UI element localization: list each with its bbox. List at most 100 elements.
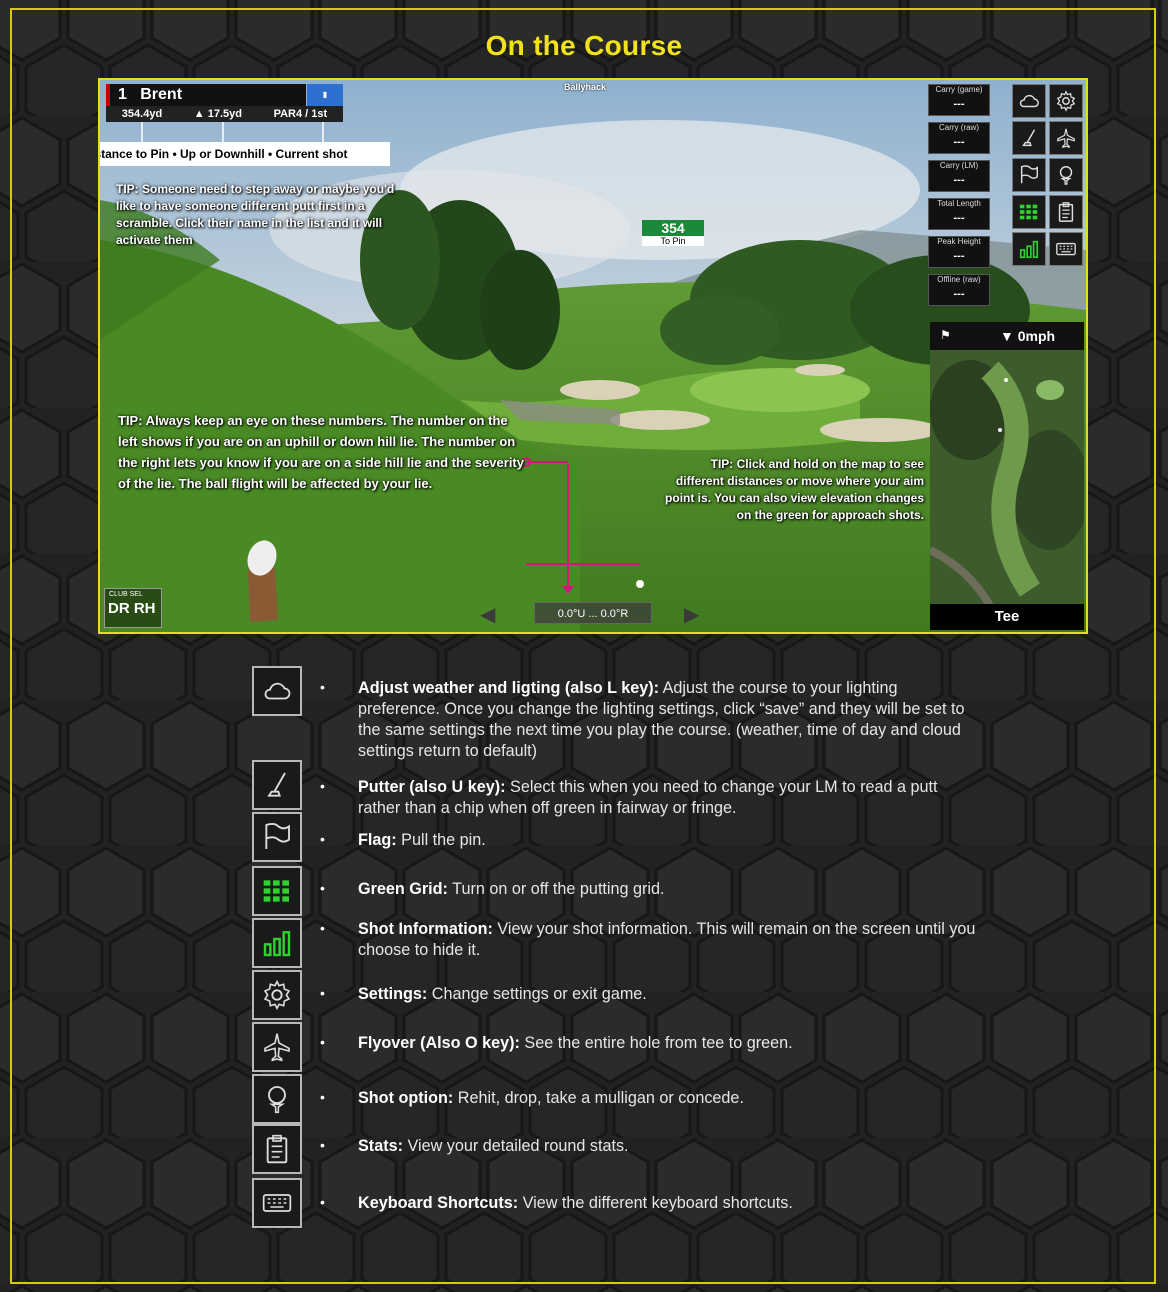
putter-icon [1022, 129, 1036, 147]
tip-map: TIP: Click and hold on the map to see di… [665, 457, 924, 522]
stat-box: Peak Height --- [928, 236, 990, 268]
legend-item-weather: Adjust weather and ligting (also L key):… [358, 678, 978, 762]
legend-green-grid-icon-box [252, 866, 302, 916]
airplane-icon [264, 1033, 290, 1062]
keyboard-icon [1056, 242, 1076, 256]
pin-distance: 354 [642, 220, 704, 236]
legend-title: Green Grid: [358, 880, 448, 898]
clipboard-icon [1058, 202, 1074, 222]
legend-item-stats: Stats: View your detailed round stats. [358, 1136, 978, 1157]
stat-label: Peak Height [937, 237, 981, 246]
tip-scramble: TIP: Someone need to step away or maybe … [116, 182, 395, 247]
legend-putter-icon-box [252, 760, 302, 810]
stat-value: --- [953, 136, 965, 148]
stat-box: Carry (LM) --- [928, 160, 990, 192]
stat-label: Carry (raw) [939, 123, 979, 132]
legend-desc: View your detailed round stats. [402, 1137, 629, 1155]
legend-title: Shot option: [358, 1089, 454, 1107]
flag-button[interactable] [1012, 158, 1046, 192]
legend-item-shot-info: Shot Information: View your shot informa… [358, 919, 978, 961]
stat-label: Carry (LM) [939, 161, 979, 170]
stat-value: --- [953, 98, 965, 110]
bullet: • [320, 1089, 325, 1105]
legend-desc: Turn on or off the putting grid. [447, 880, 665, 898]
legend-title: Putter (also U key): [358, 778, 506, 796]
hud-callout-label: Distance to Pin • Up or Downhill • Curre… [100, 142, 390, 166]
green-grid-icon [263, 880, 289, 902]
legend-item-flag: Flag: Pull the pin. [358, 830, 978, 851]
stat-value: --- [953, 250, 965, 262]
legend-title: Shot Information: [358, 920, 493, 938]
club-select-value: DR RH [108, 600, 156, 617]
wind-indicator: ▼ 0mph [930, 322, 1084, 350]
legend-item-shot-option: Shot option: Rehit, drop, take a mulliga… [358, 1088, 978, 1109]
keyboard-shortcuts-button[interactable] [1049, 232, 1083, 266]
legend-item-putter: Putter (also U key): Select this when yo… [358, 777, 978, 819]
golf-ball-tee-icon [268, 1086, 286, 1114]
bullet: • [320, 679, 325, 695]
cloud-icon [264, 682, 291, 700]
course-name: Ballyhack [564, 82, 607, 92]
stat-value: --- [953, 174, 965, 186]
bullet: • [320, 1034, 325, 1050]
keyboard-icon [262, 1194, 292, 1212]
stat-box: Carry (game) --- [928, 84, 990, 116]
legend-title: Adjust weather and ligting (also L key): [358, 679, 660, 697]
green-grid-button[interactable] [1012, 195, 1046, 229]
shot-info-icon [1019, 240, 1039, 259]
hole-map-graphic [928, 350, 1086, 608]
shot-info-button[interactable] [1012, 232, 1046, 266]
bullet: • [320, 920, 325, 936]
putter-button[interactable] [1012, 121, 1046, 155]
game-screenshot: 1 Brent ▮ 354.4yd ▲ 17.5yd PAR4 / 1st Di… [98, 78, 1088, 634]
bullet: • [320, 1137, 325, 1153]
stats-button[interactable] [1049, 195, 1083, 229]
legend-item-settings: Settings: Change settings or exit game. [358, 984, 978, 1005]
bullet: • [320, 831, 325, 847]
legend-stats-icon-box [252, 1124, 302, 1174]
stat-box: Carry (raw) --- [928, 122, 990, 154]
legend-weather-icon-box [252, 666, 302, 716]
hole-map[interactable] [928, 350, 1086, 608]
flyover-button[interactable] [1049, 121, 1083, 155]
page-title: On the Course [485, 30, 683, 61]
legend-title: Settings: [358, 985, 428, 1003]
aim-right-arrow-icon[interactable]: ▶ [684, 602, 699, 627]
hud-icon-grid [1012, 84, 1084, 266]
stat-box: Offline (raw) --- [928, 274, 990, 306]
lie-readout: 0.0°U ... 0.0°R [534, 602, 652, 624]
legend-item-keyboard: Keyboard Shortcuts: View the different k… [358, 1193, 978, 1214]
legend-shot-option-icon-box [252, 1074, 302, 1124]
flag-icon [1020, 165, 1038, 184]
bullet: • [320, 985, 325, 1001]
gear-icon [263, 979, 291, 1011]
bullet: • [320, 880, 325, 896]
legend-flyover-icon-box [252, 1022, 302, 1072]
legend-title: Flag: [358, 831, 397, 849]
legend-shot-info-icon-box [252, 918, 302, 968]
legend-desc: Pull the pin. [396, 831, 486, 849]
wind-flag-icon: ⚑ [940, 328, 951, 342]
aim-left-arrow-icon[interactable]: ◀ [480, 602, 495, 627]
club-select[interactable]: CLUB SEL DR RH [104, 588, 162, 628]
weather-button[interactable] [1012, 84, 1046, 118]
legend-title: Stats: [358, 1137, 403, 1155]
clipboard-icon [266, 1134, 288, 1164]
settings-button[interactable] [1049, 84, 1083, 118]
flag-icon [265, 823, 290, 849]
bullet: • [320, 778, 325, 794]
golf-ball-tee-icon [1059, 166, 1073, 185]
shot-stats-panel: Carry (game) --- Carry (raw) --- Carry (LM… [928, 84, 992, 312]
legend-title: Flyover (Also O key): [358, 1034, 520, 1052]
wind-speed: 0mph [1017, 328, 1056, 344]
legend-desc: View the different keyboard shortcuts. [518, 1194, 793, 1212]
gear-icon [1056, 90, 1076, 112]
shot-option-button[interactable] [1049, 158, 1083, 192]
map-location-label: Tee [930, 604, 1084, 630]
stat-label: Total Length [937, 199, 981, 208]
legend-item-flyover: Flyover (Also O key): See the entire hol… [358, 1033, 978, 1054]
club-select-label: CLUB SEL [109, 591, 143, 598]
stat-box: Total Length --- [928, 198, 990, 230]
green-grid-icon [1019, 204, 1038, 220]
legend-desc: See the entire hole from tee to green. [519, 1034, 793, 1052]
